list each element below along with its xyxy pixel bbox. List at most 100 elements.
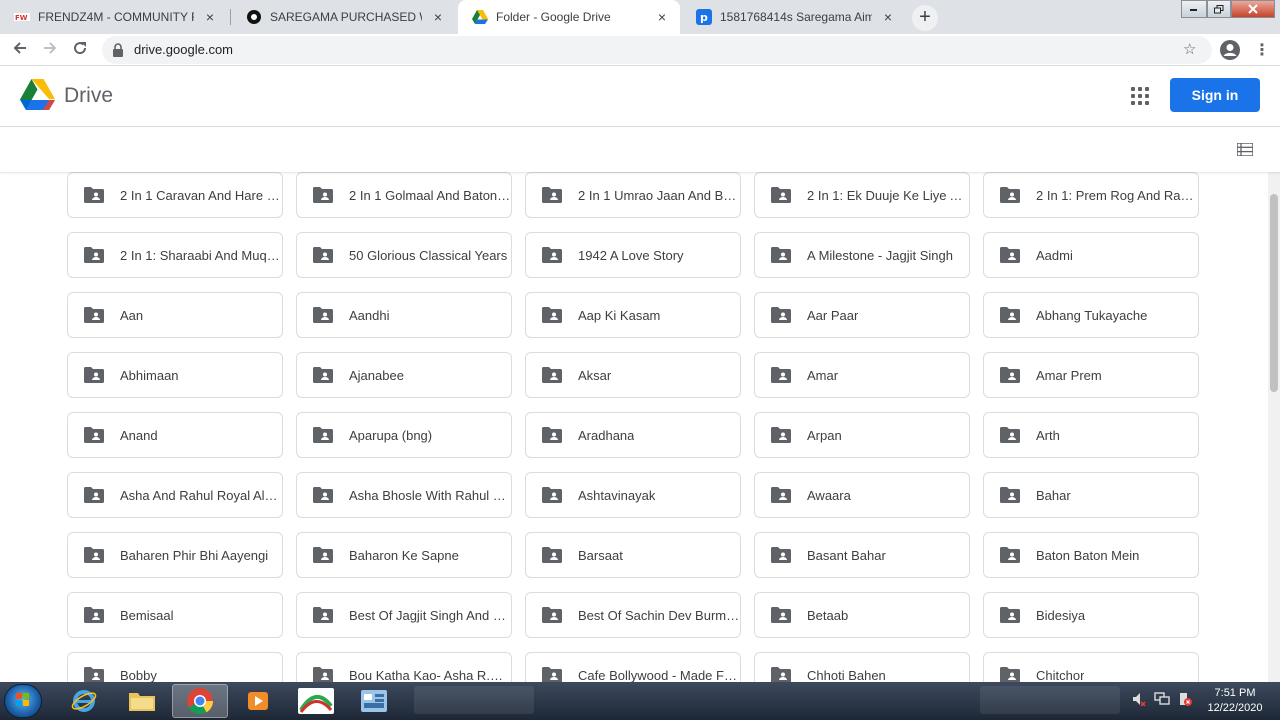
- restore-button[interactable]: [1207, 0, 1231, 18]
- folder-card[interactable]: Anand: [67, 412, 283, 458]
- folder-card[interactable]: 2 In 1 Umrao Jaan And Bazaar: [525, 172, 741, 218]
- folder-card[interactable]: Aandhi: [296, 292, 512, 338]
- folder-card[interactable]: 2 In 1: Ek Duuje Ke Liye And Maine Pyar …: [754, 172, 970, 218]
- sign-in-button[interactable]: Sign in: [1170, 78, 1260, 112]
- folder-card[interactable]: Aradhana: [525, 412, 741, 458]
- scrollbar-thumb[interactable]: [1270, 194, 1278, 392]
- folder-card[interactable]: Bidesiya: [983, 592, 1199, 638]
- more-vert-icon[interactable]: ⋮: [1254, 40, 1270, 60]
- folder-card[interactable]: Aan: [67, 292, 283, 338]
- scrollbar[interactable]: [1268, 172, 1280, 682]
- folder-card[interactable]: Bobby: [67, 652, 283, 682]
- folder-card[interactable]: Asha Bhosle With Rahul Dev Burman: [296, 472, 512, 518]
- folder-card[interactable]: 2 In 1: Sharaabi And Muqaddar Ka Sikanda…: [67, 232, 283, 278]
- folder-card[interactable]: Aksar: [525, 352, 741, 398]
- folder-card[interactable]: Chhoti Bahen: [754, 652, 970, 682]
- close-icon[interactable]: ×: [654, 9, 670, 25]
- taskbar-marg[interactable]: [288, 684, 344, 718]
- folder-card[interactable]: Amar: [754, 352, 970, 398]
- back-button[interactable]: [10, 40, 30, 60]
- folder-card[interactable]: 50 Glorious Classical Years: [296, 232, 512, 278]
- folder-card[interactable]: Aap Ki Kasam: [525, 292, 741, 338]
- list-view-icon[interactable]: [1237, 143, 1253, 156]
- folder-card[interactable]: Best Of Sachin Dev Burman: [525, 592, 741, 638]
- folder-card[interactable]: Baharon Ke Sapne: [296, 532, 512, 578]
- folder-card[interactable]: Amar Prem: [983, 352, 1199, 398]
- folder-card[interactable]: Bahar: [983, 472, 1199, 518]
- browser-tab-drive[interactable]: Folder - Google Drive ×: [458, 0, 680, 34]
- close-icon[interactable]: ×: [430, 9, 446, 25]
- folder-card[interactable]: Best Of Jagjit Singh And Chitra Singh: [296, 592, 512, 638]
- shared-folder-icon: [1000, 367, 1020, 383]
- folder-card[interactable]: A Milestone - Jagjit Singh: [754, 232, 970, 278]
- folder-card[interactable]: Aadmi: [983, 232, 1199, 278]
- folder-card[interactable]: Abhimaan: [67, 352, 283, 398]
- restore-icon: [1214, 4, 1224, 13]
- folder-card[interactable]: Ajanabee: [296, 352, 512, 398]
- folder-name: Ashtavinayak: [578, 487, 656, 503]
- forward-button[interactable]: [40, 40, 60, 60]
- folder-name: Aandhi: [349, 307, 390, 323]
- folder-name: 2 In 1 Golmaal And Baton Baton Mein: [349, 187, 511, 203]
- reload-button[interactable]: [70, 40, 90, 60]
- google-drive-logo-icon[interactable]: [20, 79, 55, 111]
- folder-card[interactable]: Arth: [983, 412, 1199, 458]
- folder-card[interactable]: Arpan: [754, 412, 970, 458]
- folder-name: Aradhana: [578, 427, 635, 443]
- folder-card[interactable]: Chitchor: [983, 652, 1199, 682]
- folder-card[interactable]: 2 In 1 Golmaal And Baton Baton Mein: [296, 172, 512, 218]
- folder-card[interactable]: Barsaat: [525, 532, 741, 578]
- taskbar-faded-item[interactable]: [414, 686, 534, 714]
- browser-tab-saregama[interactable]: SAREGAMA PURCHASED WAV M ×: [232, 0, 456, 34]
- folder-name: Bidesiya: [1036, 607, 1086, 623]
- address-bar[interactable]: drive.google.com: [102, 36, 1212, 64]
- folder-card[interactable]: Asha And Rahul Royal Albums: [67, 472, 283, 518]
- profile-icon[interactable]: [1219, 39, 1241, 61]
- browser-tab-article[interactable]: p 1581768414s Saregama Aims to ×: [682, 0, 906, 34]
- folder-name: Cafe Bollywood - Made For You: [578, 667, 740, 683]
- close-icon[interactable]: ×: [880, 9, 896, 25]
- browser-tab-frendz4m[interactable]: FW FRENDZ4M - COMMUNITY FOR A ×: [0, 0, 228, 34]
- shared-folder-icon: [542, 667, 562, 682]
- taskbar-internet-explorer[interactable]: [56, 684, 112, 718]
- star-icon[interactable]: ☆: [1183, 40, 1196, 58]
- taskbar-media-player[interactable]: [230, 684, 286, 718]
- svg-text:FW: FW: [15, 14, 28, 21]
- folder-card[interactable]: 1942 A Love Story: [525, 232, 741, 278]
- system-clock[interactable]: 7:51 PM 12/22/2020: [1200, 686, 1270, 716]
- start-button[interactable]: [4, 684, 42, 718]
- taskbar-control-panel[interactable]: [346, 684, 402, 718]
- taskbar-faded-item[interactable]: [980, 686, 1120, 714]
- new-tab-button[interactable]: +: [912, 5, 938, 31]
- folder-card[interactable]: Ashtavinayak: [525, 472, 741, 518]
- action-center-icon[interactable]: [1178, 692, 1192, 706]
- folder-card[interactable]: Aar Paar: [754, 292, 970, 338]
- folder-name: Abhimaan: [120, 367, 179, 383]
- shared-folder-icon: [313, 607, 333, 623]
- folder-card[interactable]: Baharen Phir Bhi Aayengi: [67, 532, 283, 578]
- folder-card[interactable]: Cafe Bollywood - Made For You: [525, 652, 741, 682]
- volume-muted-icon[interactable]: [1132, 692, 1146, 706]
- minimize-button[interactable]: [1181, 0, 1207, 18]
- folder-card[interactable]: 2 In 1: Prem Rog And Ram Teri Ganga Mail…: [983, 172, 1199, 218]
- folder-card[interactable]: Betaab: [754, 592, 970, 638]
- folder-card[interactable]: Abhang Tukayache: [983, 292, 1199, 338]
- folder-card[interactable]: 2 In 1 Caravan And Hare Rama Hare Krishn…: [67, 172, 283, 218]
- shared-folder-icon: [771, 667, 791, 682]
- folder-card[interactable]: Bou Katha Kao- Asha R.D. Burman: [296, 652, 512, 682]
- taskbar-chrome[interactable]: [172, 684, 228, 718]
- close-window-button[interactable]: [1231, 0, 1275, 18]
- folder-name: 1942 A Love Story: [578, 247, 684, 263]
- folder-card[interactable]: Baton Baton Mein: [983, 532, 1199, 578]
- folder-card[interactable]: Awaara: [754, 472, 970, 518]
- folder-card[interactable]: Bemisaal: [67, 592, 283, 638]
- shared-folder-icon: [542, 607, 562, 623]
- minimize-icon: [1190, 9, 1197, 11]
- close-icon[interactable]: ×: [202, 9, 218, 25]
- google-apps-icon[interactable]: [1131, 87, 1149, 105]
- taskbar-file-explorer[interactable]: [114, 684, 170, 718]
- folder-card[interactable]: Aparupa (bng): [296, 412, 512, 458]
- folder-name: Baharen Phir Bhi Aayengi: [120, 547, 269, 563]
- network-icon[interactable]: [1154, 692, 1170, 706]
- folder-card[interactable]: Basant Bahar: [754, 532, 970, 578]
